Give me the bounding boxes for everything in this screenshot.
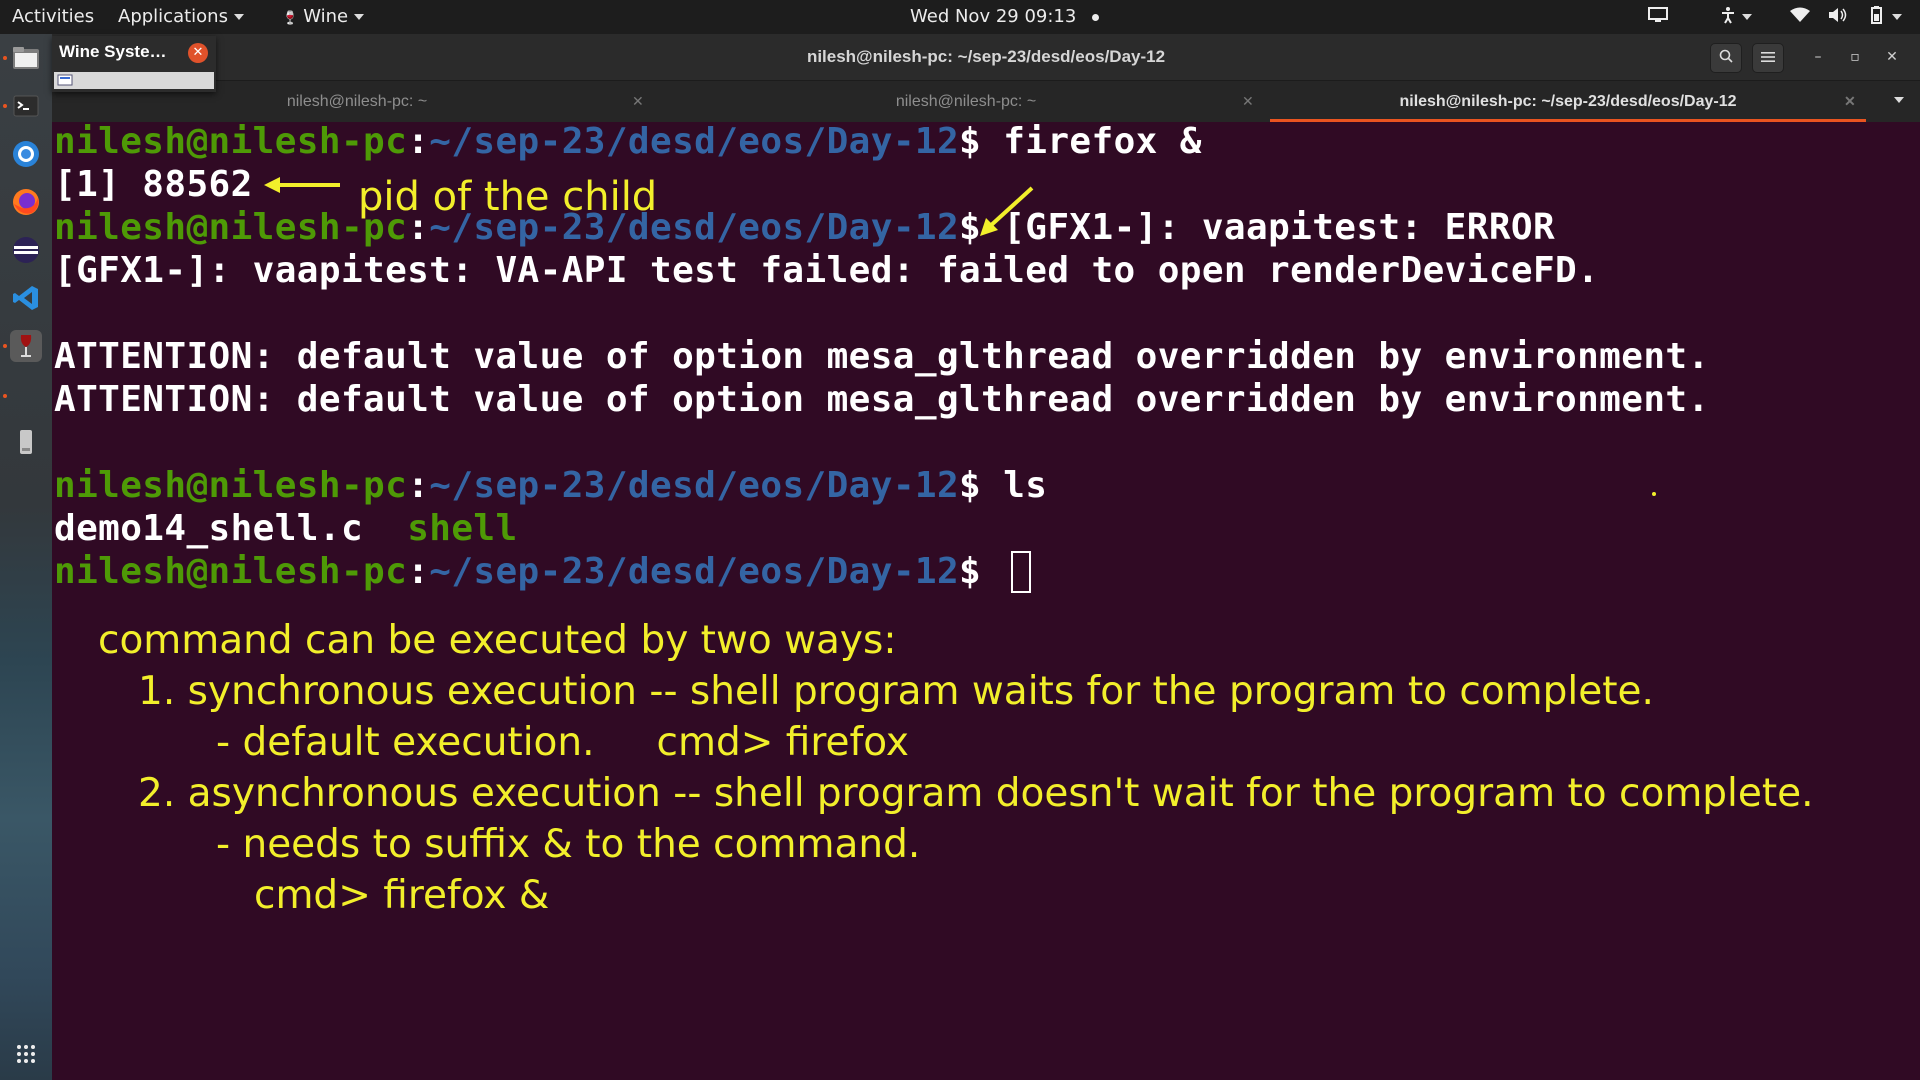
note-heading: command can be executed by two ways: <box>98 618 897 663</box>
close-icon[interactable]: ✕ <box>188 43 208 63</box>
arrow-down-left-icon <box>980 186 1034 236</box>
annotation-dot <box>1652 492 1656 496</box>
note-item: - needs to suffix & to the command. <box>216 822 921 867</box>
annotation-arrows <box>264 177 1656 496</box>
wine-system-tray-popup[interactable]: Wine Syste… ✕ <box>52 36 216 92</box>
note-item: 2. asynchronous execution -- shell progr… <box>138 771 1814 816</box>
wine-popup-title: Wine Syste… <box>59 42 167 61</box>
note-item: 1. synchronous execution -- shell progra… <box>138 669 1654 714</box>
wine-tray-strip[interactable] <box>54 72 214 89</box>
wine-tray-icon[interactable] <box>57 73 75 88</box>
pid-annotation: pid of the child <box>358 174 658 220</box>
note-item: - default execution. cmd> firefox <box>216 720 909 765</box>
arrow-left-icon <box>264 177 340 193</box>
note-item: cmd> firefox & <box>254 873 550 918</box>
